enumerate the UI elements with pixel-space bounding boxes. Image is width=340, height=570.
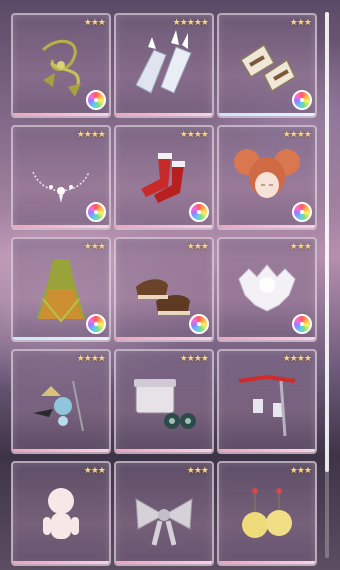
item-card[interactable]: ★★★: [114, 461, 214, 566]
item-card[interactable]: ★★★★: [114, 125, 214, 230]
rarity-stars: ★★★★: [179, 130, 209, 140]
rarity-stars: ★★★: [289, 242, 312, 252]
scroll-thumb[interactable]: [325, 12, 329, 472]
rarity-stars: ★★★★★: [172, 18, 209, 28]
rarity-stars: ★★★: [83, 18, 106, 28]
scrollbar[interactable]: [325, 12, 329, 558]
rarity-strip: [13, 337, 109, 340]
item-card[interactable]: ★★★: [114, 237, 214, 342]
red-ribbon-earrings-icon: [238, 374, 296, 437]
palette-icon[interactable]: [189, 202, 209, 222]
item-card[interactable]: ★★★: [11, 13, 111, 118]
rarity-stars: ★★★: [83, 466, 106, 476]
item-card[interactable]: ★★★: [217, 461, 317, 566]
palette-icon[interactable]: [86, 314, 106, 334]
rarity-strip: [219, 113, 315, 116]
item-card[interactable]: ★★★★: [114, 349, 214, 454]
rarity-strip: [116, 225, 212, 228]
item-card[interactable]: ★★★★: [217, 125, 317, 230]
rarity-stars: ★★★★: [179, 354, 209, 364]
rarity-strip: [219, 225, 315, 228]
rarity-stars: ★★★: [289, 466, 312, 476]
item-card[interactable]: ★★★★: [11, 125, 111, 230]
rarity-stars: ★★★★: [76, 354, 106, 364]
gray-bow-icon: [135, 498, 193, 546]
rarity-strip: [116, 113, 212, 116]
item-card[interactable]: ★★★: [11, 461, 111, 566]
item-card[interactable]: ★★★★: [217, 349, 317, 454]
item-card[interactable]: ★★★★★: [114, 13, 214, 118]
rarity-strip: [219, 561, 315, 564]
rarity-stars: ★★★: [186, 466, 209, 476]
white-hatbox-and-eyes-icon: [134, 379, 196, 429]
rarity-strip: [13, 225, 109, 228]
item-card[interactable]: ★★★★: [11, 349, 111, 454]
crystal-gloves-icon: [135, 30, 192, 94]
rarity-stars: ★★★★: [282, 354, 312, 364]
rarity-stars: ★★★: [83, 242, 106, 252]
inventory-grid: ★★★ ★★★★★ ★★★ ★★★★ ★★★★ ★★★★ ★★★ ★★★ ★★★…: [11, 13, 317, 566]
rarity-strip: [219, 337, 315, 340]
palette-icon[interactable]: [189, 314, 209, 334]
rarity-strip: [13, 561, 109, 564]
doll-figure-icon: [43, 488, 79, 539]
rarity-stars: ★★★★: [76, 130, 106, 140]
rarity-strip: [13, 113, 109, 116]
item-card[interactable]: ★★★: [11, 237, 111, 342]
rarity-strip: [116, 561, 212, 564]
palette-icon[interactable]: [292, 314, 312, 334]
palette-icon[interactable]: [292, 202, 312, 222]
yellow-flower-earrings-icon: [242, 488, 292, 538]
rarity-stars: ★★★: [186, 242, 209, 252]
rarity-stars: ★★★★: [282, 130, 312, 140]
palette-icon[interactable]: [86, 90, 106, 110]
rarity-strip: [116, 449, 212, 452]
rarity-stars: ★★★: [289, 18, 312, 28]
rarity-strip: [116, 337, 212, 340]
palette-icon[interactable]: [292, 90, 312, 110]
item-card[interactable]: ★★★: [217, 237, 317, 342]
rarity-strip: [13, 449, 109, 452]
item-card[interactable]: ★★★: [217, 13, 317, 118]
blue-jewel-hairpin-icon: [33, 380, 84, 432]
rarity-strip: [219, 449, 315, 452]
palette-icon[interactable]: [86, 202, 106, 222]
